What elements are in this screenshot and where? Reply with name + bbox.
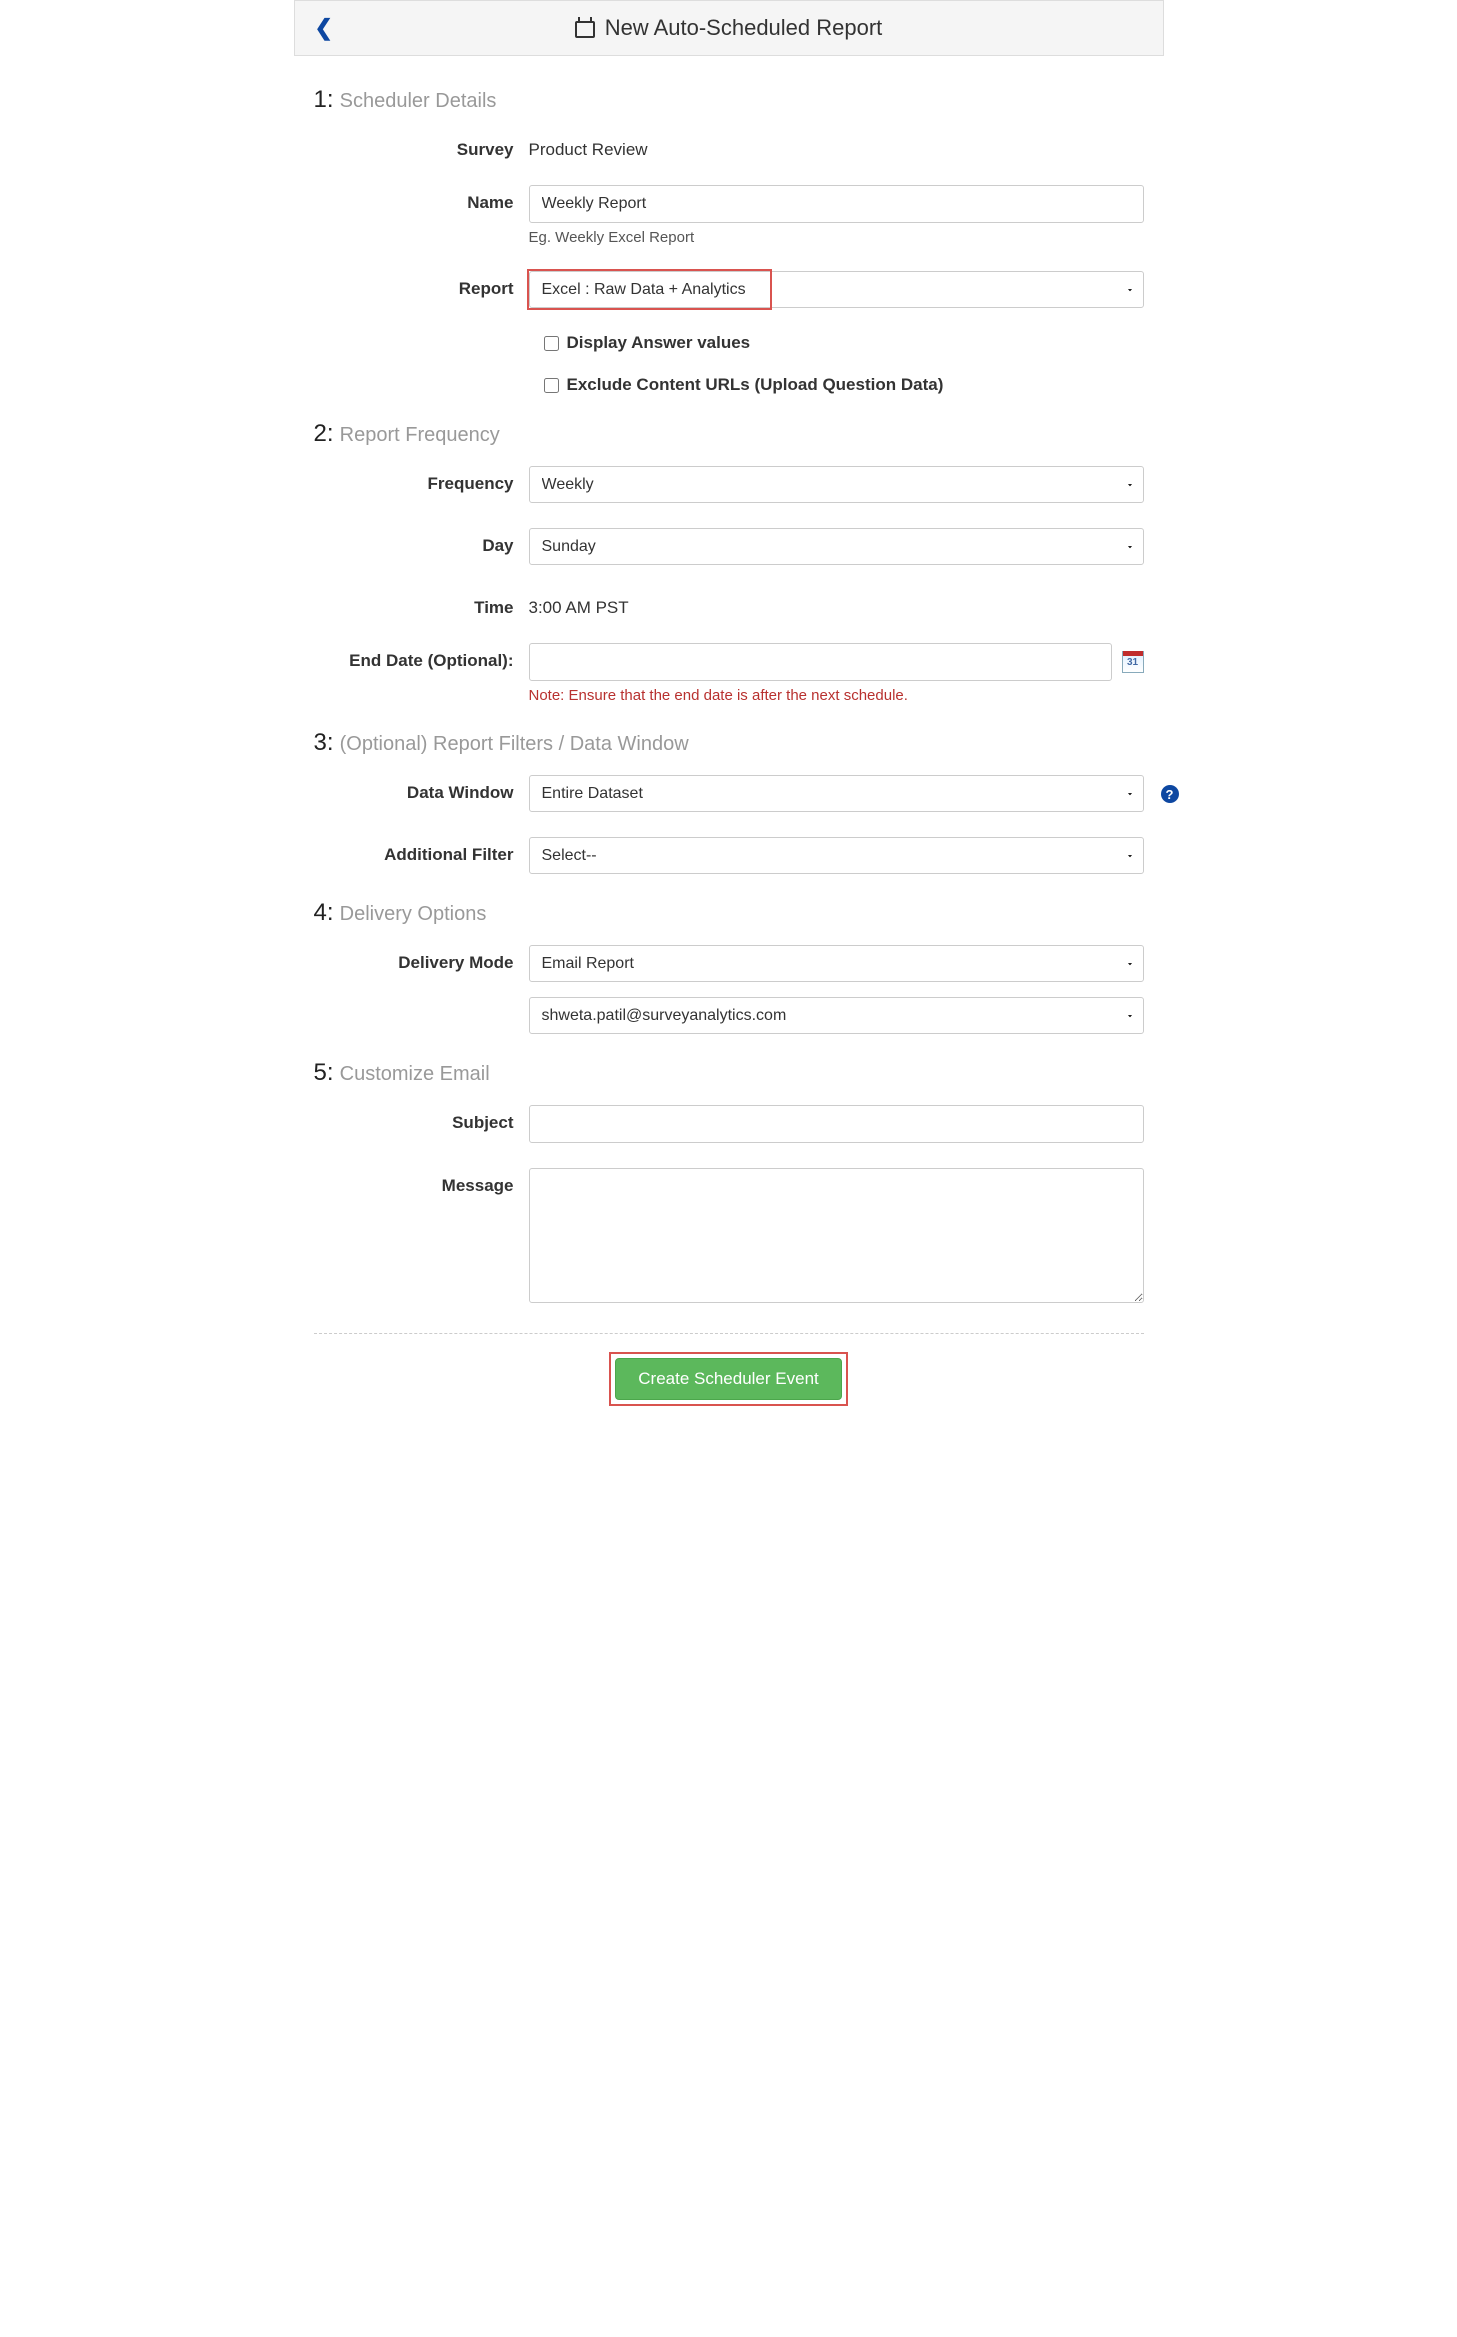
time-value: 3:00 AM PST: [529, 590, 1144, 618]
row-exclude-urls: Exclude Content URLs (Upload Question Da…: [544, 375, 1144, 395]
row-day: Day Sunday: [314, 528, 1144, 565]
day-select[interactable]: Sunday: [529, 528, 1144, 565]
label-data-window: Data Window: [314, 775, 529, 803]
label-subject: Subject: [314, 1105, 529, 1133]
row-subject: Subject: [314, 1105, 1144, 1143]
survey-value: Product Review: [529, 132, 1144, 160]
row-end-date: End Date (Optional): 31 Note: Ensure tha…: [314, 643, 1144, 704]
row-name: Name Eg. Weekly Excel Report: [314, 185, 1144, 246]
submit-wrap: Create Scheduler Event: [314, 1352, 1144, 1426]
create-scheduler-button[interactable]: Create Scheduler Event: [615, 1358, 842, 1400]
section-2-title: 2: Report Frequency: [314, 420, 1144, 448]
exclude-urls-label: Exclude Content URLs (Upload Question Da…: [567, 375, 944, 395]
label-frequency: Frequency: [314, 466, 529, 494]
end-date-input[interactable]: [529, 643, 1112, 681]
end-date-note: Note: Ensure that the end date is after …: [529, 687, 1144, 704]
row-survey: Survey Product Review: [314, 132, 1144, 160]
name-hint: Eg. Weekly Excel Report: [529, 229, 1144, 246]
label-day: Day: [314, 528, 529, 556]
subject-input[interactable]: [529, 1105, 1144, 1143]
frequency-select[interactable]: Weekly: [529, 466, 1144, 503]
display-answer-checkbox[interactable]: [544, 336, 559, 351]
additional-filter-select[interactable]: Select--: [529, 837, 1144, 874]
label-end-date: End Date (Optional):: [314, 643, 529, 671]
label-report: Report: [314, 271, 529, 299]
back-icon[interactable]: ❮: [315, 15, 333, 41]
row-time: Time 3:00 AM PST: [314, 590, 1144, 618]
row-delivery-mode: Delivery Mode Email Report: [314, 945, 1144, 982]
section-1-title: 1: Scheduler Details: [314, 86, 1144, 114]
row-message: Message: [314, 1168, 1144, 1308]
row-email: shweta.patil@surveyanalytics.com: [314, 997, 1144, 1034]
email-select[interactable]: shweta.patil@surveyanalytics.com: [529, 997, 1144, 1034]
section-5-title: 5: Customize Email: [314, 1059, 1144, 1087]
row-frequency: Frequency Weekly: [314, 466, 1144, 503]
report-select[interactable]: Excel : Raw Data + Analytics: [529, 271, 1144, 308]
form-body: 1: Scheduler Details Survey Product Revi…: [294, 56, 1164, 1446]
help-icon[interactable]: ?: [1161, 785, 1179, 803]
section-4-title: 4: Delivery Options: [314, 899, 1144, 927]
header-title-text: New Auto-Scheduled Report: [605, 15, 883, 41]
divider: [314, 1333, 1144, 1334]
header-bar: ❮ New Auto-Scheduled Report: [294, 0, 1164, 56]
row-display-answer: Display Answer values: [544, 333, 1144, 353]
row-data-window: Data Window Entire Dataset ?: [314, 775, 1144, 812]
delivery-mode-select[interactable]: Email Report: [529, 945, 1144, 982]
label-delivery-mode: Delivery Mode: [314, 945, 529, 973]
calendar-picker-icon[interactable]: 31: [1122, 651, 1144, 673]
submit-highlight: Create Scheduler Event: [609, 1352, 848, 1406]
label-survey: Survey: [314, 132, 529, 160]
row-additional-filter: Additional Filter Select--: [314, 837, 1144, 874]
exclude-urls-checkbox[interactable]: [544, 378, 559, 393]
page-container: ❮ New Auto-Scheduled Report 1: Scheduler…: [294, 0, 1164, 1446]
header-title: New Auto-Scheduled Report: [315, 15, 1143, 41]
section-3-title: 3: (Optional) Report Filters / Data Wind…: [314, 729, 1144, 757]
label-time: Time: [314, 590, 529, 618]
row-report: Report Excel : Raw Data + Analytics: [314, 271, 1144, 308]
label-name: Name: [314, 185, 529, 213]
display-answer-label: Display Answer values: [567, 333, 751, 353]
calendar-icon: [575, 18, 595, 38]
name-input[interactable]: [529, 185, 1144, 223]
label-additional-filter: Additional Filter: [314, 837, 529, 865]
data-window-select[interactable]: Entire Dataset: [529, 775, 1144, 812]
label-message: Message: [314, 1168, 529, 1196]
message-textarea[interactable]: [529, 1168, 1144, 1303]
